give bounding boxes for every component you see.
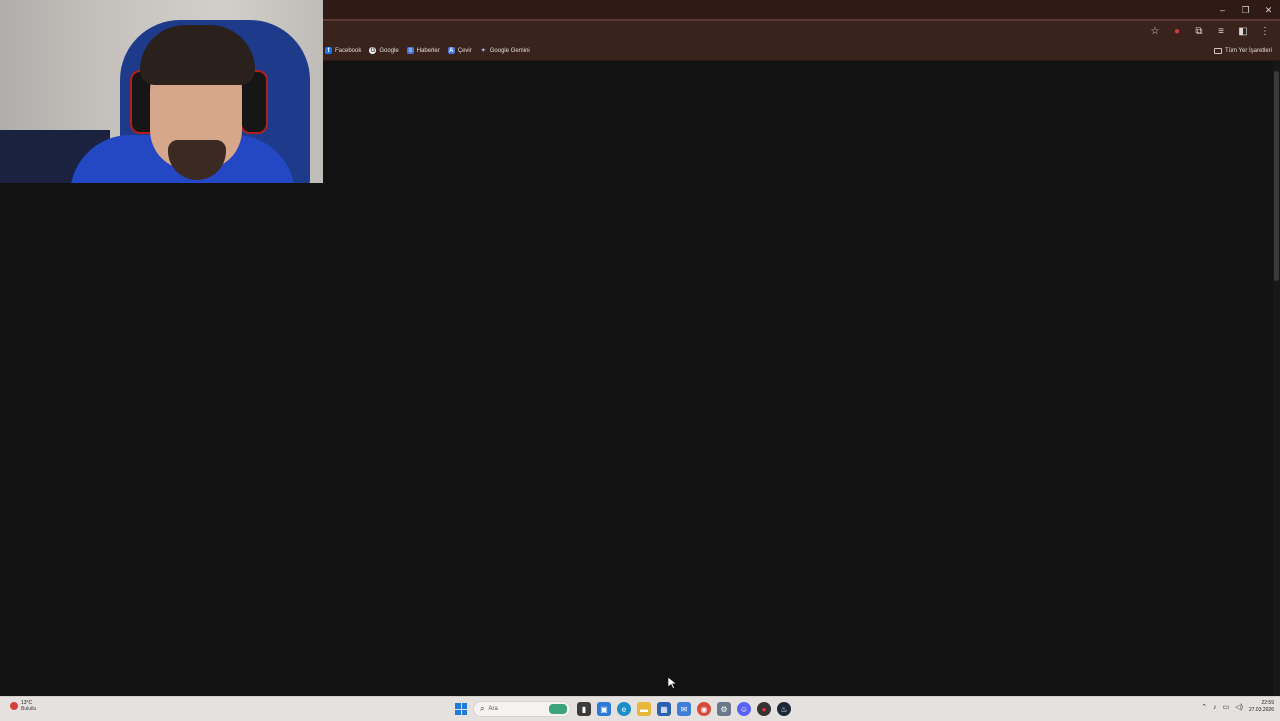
close-button[interactable]: ✕ — [1257, 0, 1280, 20]
chrome-icon[interactable]: ◉ — [697, 702, 711, 716]
profile-icon[interactable]: ◧ — [1234, 22, 1252, 40]
photos-icon[interactable]: ▣ — [597, 702, 611, 716]
taskbar-search[interactable]: ⌕ Ara — [473, 701, 571, 717]
discord-icon[interactable]: ☺ — [737, 702, 751, 716]
star-icon[interactable]: ☆ — [1146, 22, 1164, 40]
folder-icon[interactable]: ▬ — [637, 702, 651, 716]
folder-icon — [1213, 47, 1222, 54]
window-controls: – ❐ ✕ — [1211, 0, 1280, 20]
taskbar-clock[interactable]: 22:59 27.03.2026 — [1249, 700, 1274, 714]
steam-icon[interactable]: ♨ — [777, 702, 791, 716]
media-icon[interactable]: ≡ — [1212, 22, 1230, 40]
bookmark-gemini[interactable]: ✦ Google Gemini — [480, 41, 530, 60]
translate-icon: A — [447, 47, 455, 54]
all-bookmarks-label: Tüm Yer İşaretleri — [1224, 47, 1272, 54]
search-placeholder: Ara — [488, 706, 498, 712]
bookmark-cevir[interactable]: A Çevir — [447, 41, 472, 60]
bookmark-label: Facebook — [335, 47, 362, 54]
search-highlight-icon — [549, 704, 567, 714]
bookmark-label: Çevir — [457, 47, 472, 54]
taskbar-apps: ⌕ Ara ▮ ▣ e ▬ ▦ ✉ ◉ ⚙ ☺ ● ♨ — [455, 699, 791, 719]
weather-text: 13°C Bulutlu — [21, 700, 36, 712]
extension-red-icon[interactable]: ● — [1168, 22, 1186, 40]
network-icon[interactable]: ▭ — [1223, 703, 1230, 711]
weather-widget[interactable]: 13°C Bulutlu — [10, 700, 36, 712]
minimize-button[interactable]: – — [1211, 0, 1234, 20]
weather-desc: Bulutlu — [21, 706, 37, 712]
volume-icon[interactable]: ◁) — [1235, 703, 1243, 711]
system-tray: ⌃ ♪ ▭ ◁) 22:59 27.03.2026 — [1201, 700, 1274, 714]
search-icon: ⌕ — [480, 704, 485, 713]
edge-icon[interactable]: e — [617, 702, 631, 716]
tray-chevron-icon[interactable]: ⌃ — [1201, 703, 1207, 711]
microphone-icon[interactable]: ♪ — [1213, 704, 1217, 711]
start-button[interactable] — [455, 703, 467, 715]
extensions-icon[interactable]: ⧉ — [1190, 22, 1208, 40]
store-icon[interactable]: ▦ — [657, 702, 671, 716]
file-explorer-icon[interactable]: ▮ — [577, 702, 591, 716]
webcam-overlay — [0, 0, 323, 183]
bookmark-label: Google — [379, 47, 399, 54]
google-icon: G — [369, 47, 377, 54]
facebook-icon: f — [325, 47, 332, 54]
scrollbar-thumb[interactable] — [1274, 71, 1279, 281]
bookmark-google[interactable]: G Google — [369, 41, 399, 60]
clock-date: 27.03.2026 — [1248, 707, 1274, 713]
webcam-person-hair — [140, 25, 255, 85]
menu-icon[interactable]: ⋮ — [1256, 22, 1274, 40]
page-scrollbar[interactable] — [1273, 61, 1280, 696]
gemini-icon: ✦ — [480, 48, 486, 54]
bookmark-label: Google Gemini — [489, 47, 530, 54]
clock-time: 22:59 — [1261, 700, 1274, 706]
bookmark-facebook[interactable]: f Facebook — [325, 41, 361, 60]
news-icon: ≡ — [406, 47, 414, 54]
weather-icon — [10, 702, 18, 710]
mouse-cursor-icon — [668, 677, 677, 689]
toolbar-actions: ☆ ● ⧉ ≡ ◧ ⋮ — [1146, 21, 1274, 41]
settings-icon[interactable]: ⚙ — [717, 702, 731, 716]
bookmark-haberler[interactable]: ≡ Haberler — [406, 41, 440, 60]
app-red-icon[interactable]: ● — [757, 702, 771, 716]
bookmark-list: f Facebook G Google ≡ Haberler A Çevir ✦… — [325, 41, 530, 60]
maximize-button[interactable]: ❐ — [1234, 0, 1257, 20]
windows-taskbar: 13°C Bulutlu ⌕ Ara ▮ ▣ e ▬ ▦ ✉ ◉ ⚙ ☺ ● ♨… — [0, 696, 1280, 721]
mail-icon[interactable]: ✉ — [677, 702, 691, 716]
all-bookmarks-button[interactable]: Tüm Yer İşaretleri — [1213, 41, 1272, 60]
bookmark-label: Haberler — [416, 47, 440, 54]
